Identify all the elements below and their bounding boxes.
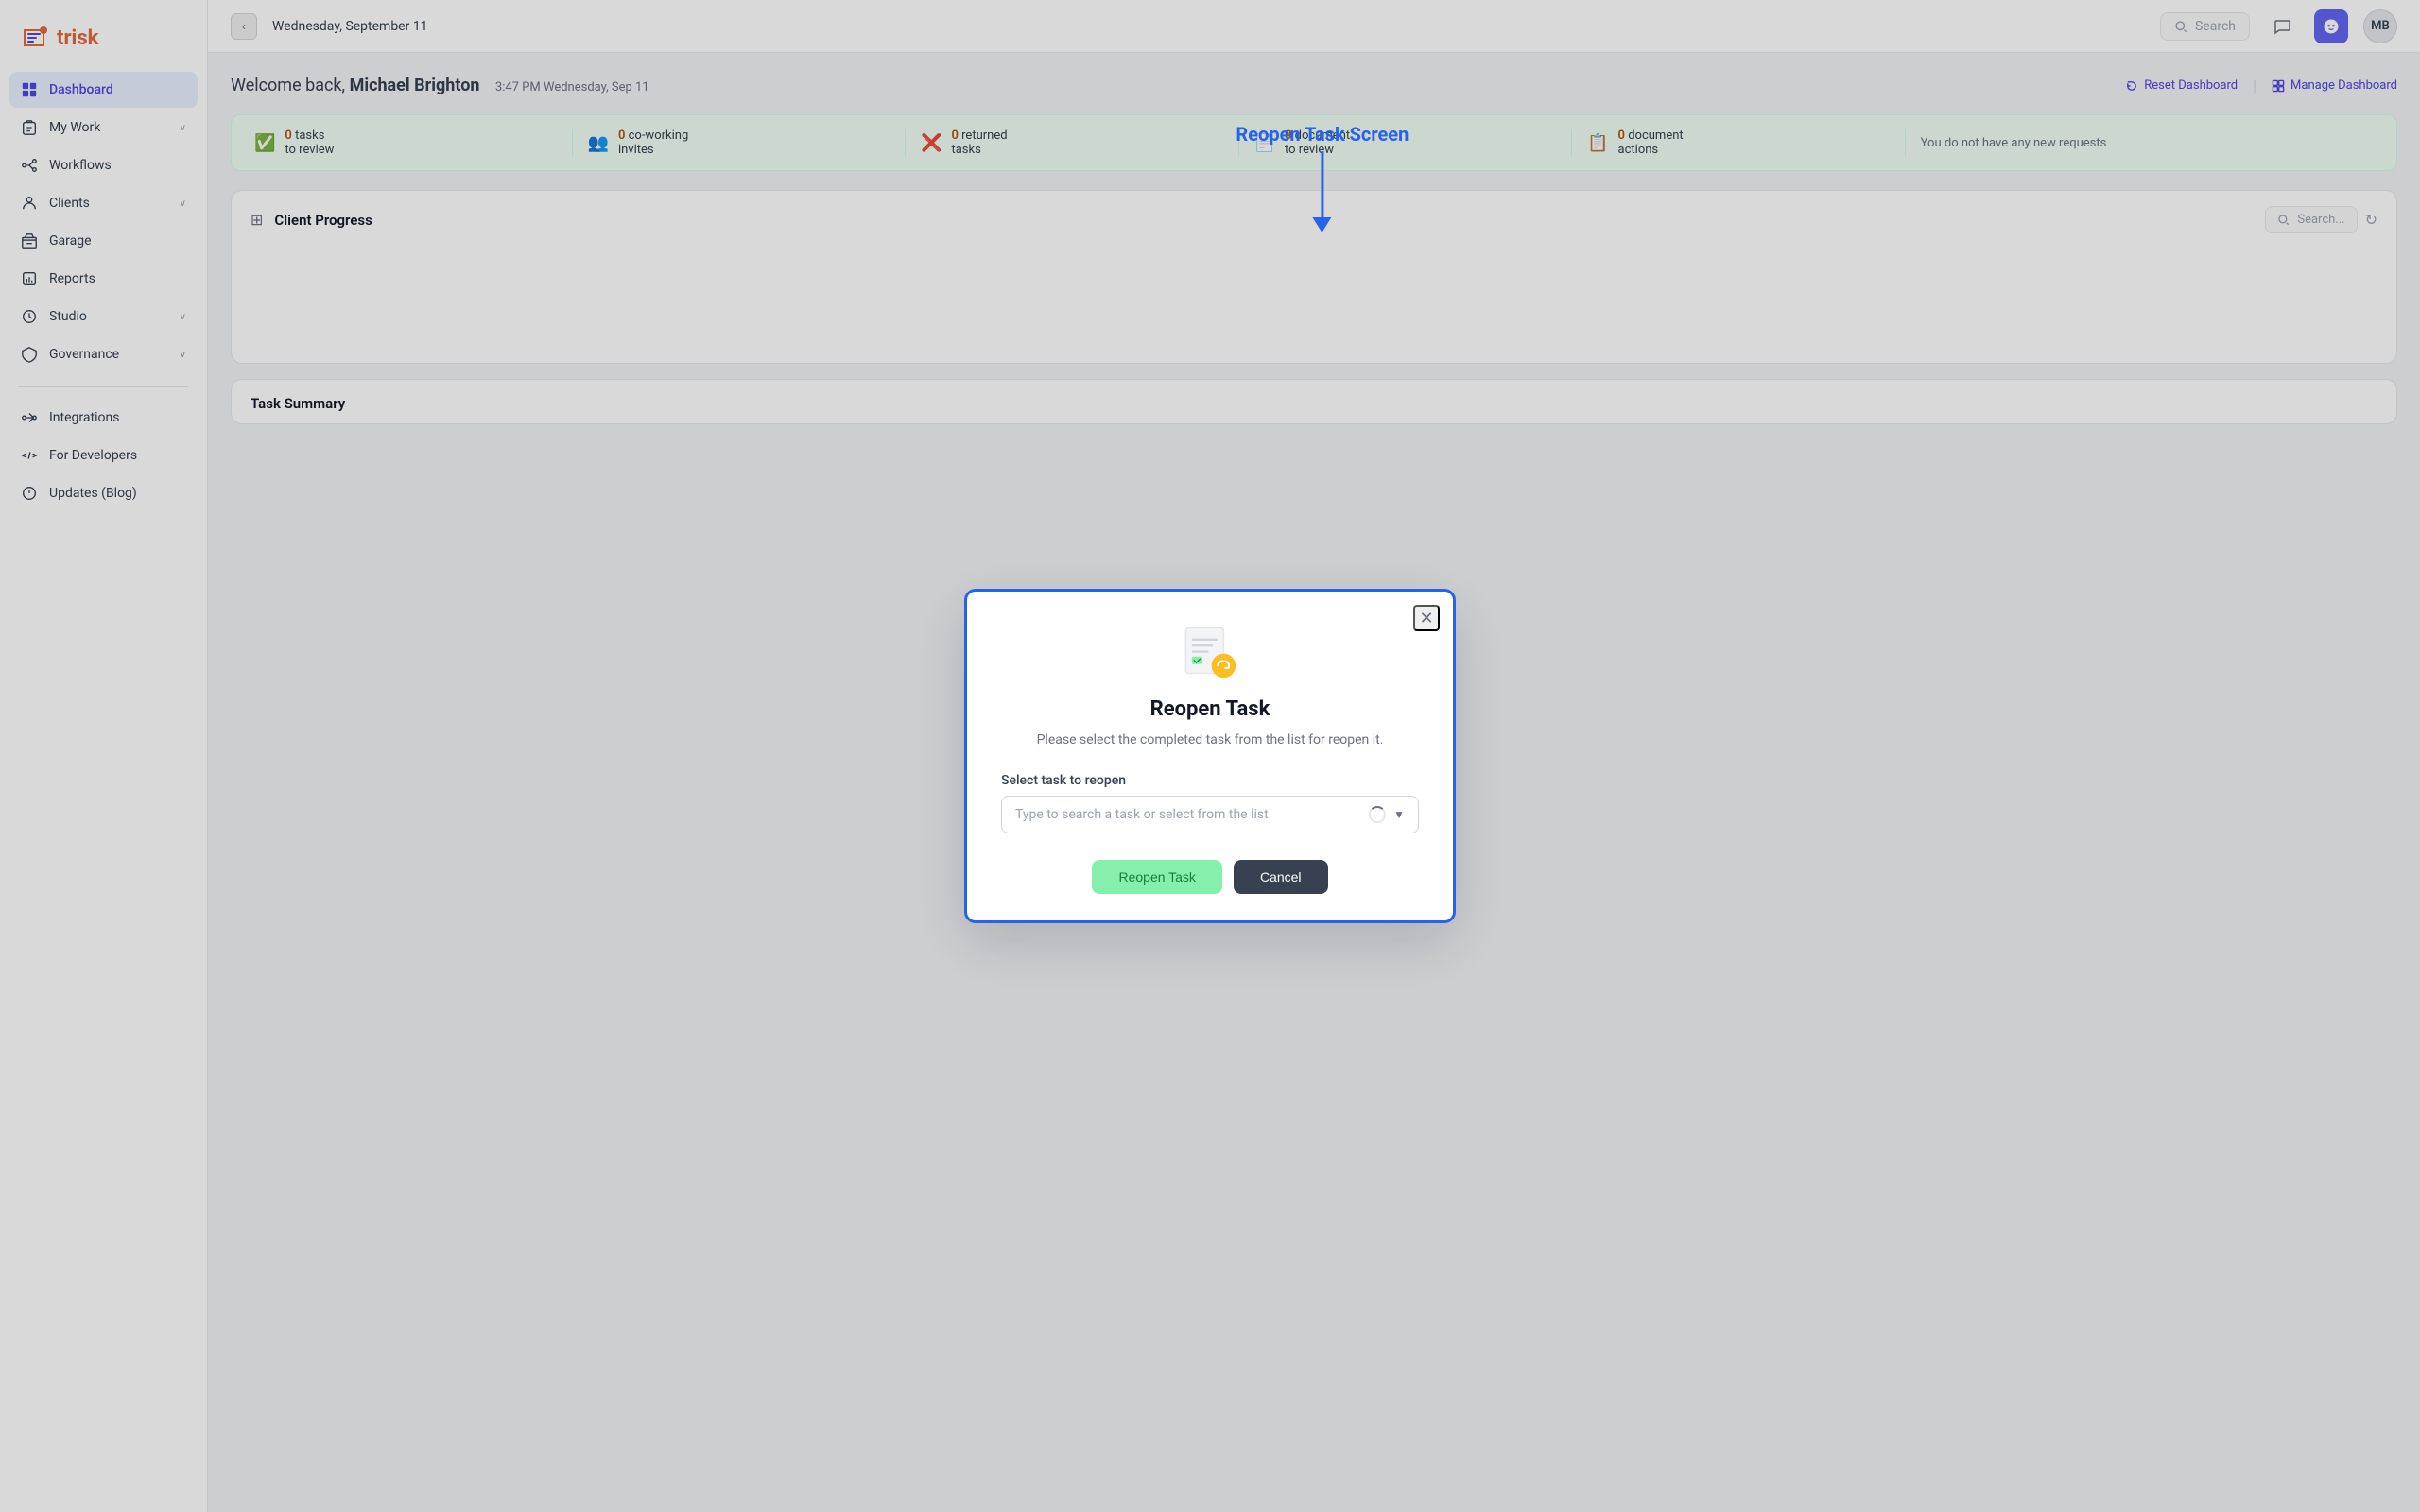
annotation-label: Reopen Task Screen bbox=[1236, 123, 1409, 146]
modal-task-select[interactable]: Type to search a task or select from the… bbox=[1001, 796, 1419, 833]
reopen-task-modal: ✕ Reopen Task Please select the compl bbox=[964, 589, 1456, 923]
arrow-head bbox=[1313, 217, 1332, 232]
select-chevron-icon: ▼ bbox=[1393, 808, 1405, 821]
modal-field-label: Select task to reopen bbox=[1001, 773, 1419, 788]
reopen-task-button[interactable]: Reopen Task bbox=[1092, 860, 1221, 894]
annotation-arrow bbox=[1313, 151, 1332, 232]
modal-overlay: Reopen Task Screen ✕ bbox=[0, 0, 2420, 1512]
modal-icon-container bbox=[1001, 622, 1419, 682]
modal-select-inner: Type to search a task or select from the… bbox=[1015, 807, 1369, 822]
modal-close-button[interactable]: ✕ bbox=[1413, 605, 1440, 631]
modal-description: Please select the completed task from th… bbox=[1001, 730, 1419, 750]
close-icon: ✕ bbox=[1419, 609, 1433, 628]
reopen-task-icon bbox=[1180, 622, 1240, 682]
modal-title: Reopen Task bbox=[1001, 697, 1419, 721]
cancel-button[interactable]: Cancel bbox=[1234, 860, 1328, 894]
modal-select-placeholder: Type to search a task or select from the… bbox=[1015, 807, 1269, 822]
modal-actions: Reopen Task Cancel bbox=[1001, 860, 1419, 894]
loading-spinner-icon bbox=[1369, 806, 1386, 823]
arrow-line bbox=[1321, 151, 1323, 217]
